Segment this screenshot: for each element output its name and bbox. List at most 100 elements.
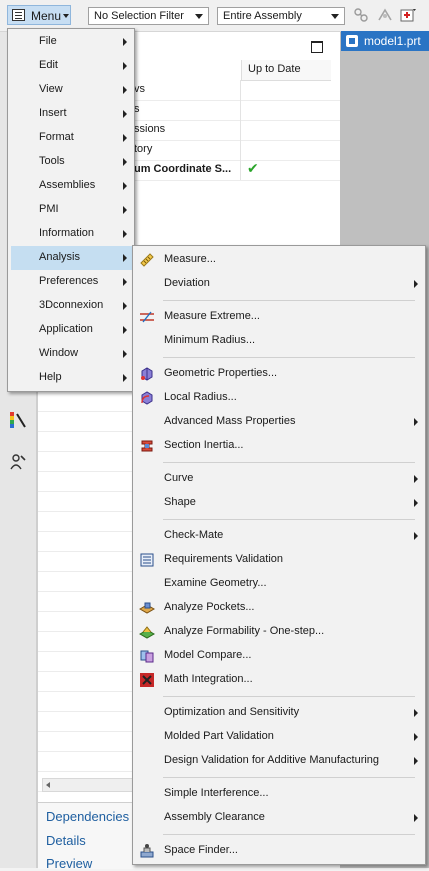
menu-item-analyze-pockets[interactable]: Analyze Pockets... — [133, 596, 425, 620]
menu-item-edit[interactable]: Edit — [8, 54, 134, 78]
menu-item-label: Examine Geometry... — [164, 577, 267, 589]
menu-item-simple-interference[interactable]: Simple Interference... — [133, 782, 425, 806]
menu-item-file[interactable]: File — [8, 30, 134, 54]
menu-item-information[interactable]: Information — [8, 222, 134, 246]
menu-item-analysis[interactable]: Analysis — [11, 246, 132, 270]
menu-item-label: Analyze Formability - One-step... — [164, 625, 325, 637]
menu-item-label: Minimum Radius... — [164, 334, 256, 346]
filter-settings-icon[interactable] — [399, 7, 417, 23]
measure-extreme-icon — [140, 311, 154, 323]
color-palette-icon[interactable] — [8, 410, 28, 430]
menu-separator — [163, 834, 415, 835]
submenu-arrow-icon — [123, 110, 127, 118]
menu-item-space-finder[interactable]: Space Finder... — [133, 839, 425, 863]
menu-separator — [163, 462, 415, 463]
menu-item-label: Window — [39, 347, 79, 359]
menu-item-application[interactable]: Application — [8, 318, 134, 342]
menu-item-label: Space Finder... — [164, 844, 238, 856]
menu-item-measure[interactable]: Measure... — [133, 248, 425, 272]
menu-item-examine-geometry[interactable]: Examine Geometry... — [133, 572, 425, 596]
preview-panel-tab[interactable]: Preview — [46, 856, 92, 871]
menu-item-assembly-clearance[interactable]: Assembly Clearance — [133, 806, 425, 830]
menu-item-shape[interactable]: Shape — [133, 491, 425, 515]
menu-button[interactable]: Menu — [7, 5, 71, 25]
scroll-left-icon[interactable] — [46, 782, 50, 788]
menu-item-label: Edit — [39, 59, 58, 71]
submenu-arrow-icon — [414, 709, 418, 717]
part-file-icon — [346, 35, 358, 47]
menu-item-local-radius[interactable]: Local Radius... — [133, 386, 425, 410]
menu-item-label: Format — [39, 131, 74, 143]
column-divider — [240, 120, 241, 140]
menu-item-label: Deviation — [164, 277, 210, 289]
menu-item-label: Tools — [39, 155, 65, 167]
menu-item-tools[interactable]: Tools — [8, 150, 134, 174]
menu-item-minimum-radius[interactable]: Minimum Radius... — [133, 329, 425, 353]
submenu-arrow-icon — [123, 350, 127, 358]
roles-icon[interactable] — [8, 452, 28, 472]
up-to-date-column-header[interactable]: Up to Date — [241, 60, 331, 81]
maximize-icon[interactable] — [311, 41, 323, 53]
menu-item-window[interactable]: Window — [8, 342, 134, 366]
menu-item-deviation[interactable]: Deviation — [133, 272, 425, 296]
selection-tool-icon[interactable] — [352, 7, 370, 23]
menu-item-section-inertia[interactable]: Section Inertia... — [133, 434, 425, 458]
submenu-arrow-icon — [123, 182, 127, 190]
menu-item-assemblies[interactable]: Assemblies — [8, 174, 134, 198]
menu-item-math-integration[interactable]: Math Integration... — [133, 668, 425, 692]
model-compare-icon — [140, 650, 154, 663]
document-tab[interactable]: model1.prt — [341, 31, 429, 51]
menu-item-analyze-formability[interactable]: Analyze Formability - One-step... — [133, 620, 425, 644]
menu-item-label: Assemblies — [39, 179, 96, 191]
menu-item-view[interactable]: View — [8, 78, 134, 102]
menu-item-3dconnexion[interactable]: 3Dconnexion — [8, 294, 134, 318]
column-divider — [240, 140, 241, 160]
selection-filter-dropdown[interactable]: No Selection Filter — [88, 7, 209, 25]
menu-item-preferences[interactable]: Preferences — [8, 270, 134, 294]
math-integration-icon — [140, 673, 154, 687]
menu-item-model-compare[interactable]: Model Compare... — [133, 644, 425, 668]
menu-item-insert[interactable]: Insert — [8, 102, 134, 126]
deselect-icon[interactable] — [376, 7, 394, 23]
selection-filter-value: No Selection Filter — [94, 10, 184, 22]
navigator-row-label: um Coordinate S... — [134, 163, 232, 175]
menu-item-label: Math Integration... — [164, 673, 253, 685]
menu-separator — [163, 777, 415, 778]
dependencies-panel-tab[interactable]: Dependencies — [46, 809, 129, 824]
navigator-row-label: tory — [134, 143, 153, 155]
submenu-arrow-icon — [123, 158, 127, 166]
menu-item-advanced-mass-properties[interactable]: Advanced Mass Properties — [133, 410, 425, 434]
menu-item-pmi[interactable]: PMI — [8, 198, 134, 222]
analysis-submenu: Measure... Deviation Measure Extreme... … — [132, 245, 426, 865]
details-panel-tab[interactable]: Details — [46, 833, 86, 848]
menu-item-curve[interactable]: Curve — [133, 467, 425, 491]
menu-item-check-mate[interactable]: Check-Mate — [133, 524, 425, 548]
submenu-arrow-icon — [414, 280, 418, 288]
submenu-arrow-icon — [123, 302, 127, 310]
menu-item-format[interactable]: Format — [8, 126, 134, 150]
menu-item-measure-extreme[interactable]: Measure Extreme... — [133, 305, 425, 329]
submenu-arrow-icon — [123, 206, 127, 214]
submenu-arrow-icon — [414, 733, 418, 741]
requirements-validation-icon — [140, 553, 154, 567]
submenu-arrow-icon — [414, 418, 418, 426]
menu-item-geometric-properties[interactable]: Geometric Properties... — [133, 362, 425, 386]
menu-item-label: Geometric Properties... — [164, 367, 278, 379]
scope-dropdown[interactable]: Entire Assembly — [217, 7, 345, 25]
menu-item-help[interactable]: Help — [8, 366, 134, 390]
menu-item-design-validation-additive[interactable]: Design Validation for Additive Manufactu… — [133, 749, 425, 773]
menu-item-label: Curve — [164, 472, 194, 484]
submenu-arrow-icon — [123, 374, 127, 382]
geometric-properties-icon — [141, 367, 153, 381]
menu-button-label: Menu — [31, 9, 62, 23]
chevron-down-icon — [195, 14, 203, 19]
chevron-down-icon — [63, 14, 69, 18]
menu-item-molded-part-validation[interactable]: Molded Part Validation — [133, 725, 425, 749]
menu-item-label: Model Compare... — [164, 649, 252, 661]
menu-item-label: File — [39, 35, 57, 47]
space-finder-icon — [140, 844, 154, 858]
menu-item-requirements-validation[interactable]: Requirements Validation — [133, 548, 425, 572]
menu-item-optimization-and-sensitivity[interactable]: Optimization and Sensitivity — [133, 701, 425, 725]
menu-item-label: Optimization and Sensitivity — [164, 706, 300, 718]
column-divider — [240, 160, 241, 180]
